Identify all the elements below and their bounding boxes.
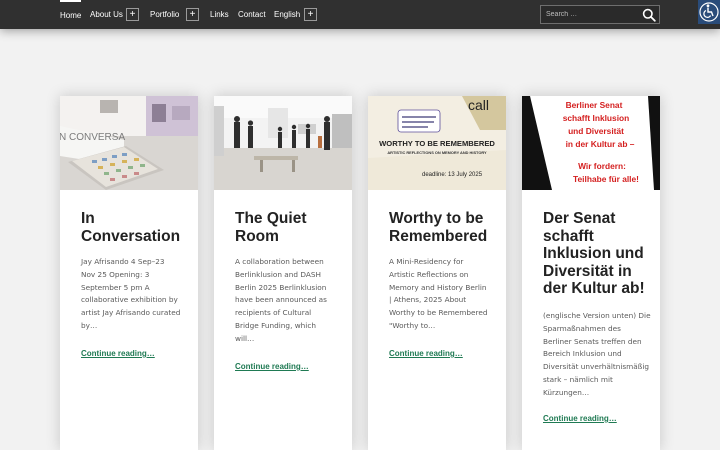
post-image-worthy-to-be-remembered[interactable]: call WORTHY TO BE REMEMBERED ARTISTIC RE… [368, 96, 506, 190]
post-image-der-senat[interactable]: Berliner Senat schafft Inklusion und Div… [522, 96, 660, 190]
post-title[interactable]: The Quiet Room [235, 210, 345, 245]
nav-item-portfolio[interactable]: Portfolio [150, 0, 179, 29]
image-line-6: Teilhabe für alle! [573, 174, 639, 184]
nav-item-about-us[interactable]: About Us [90, 0, 123, 29]
accessibility-icon[interactable] [698, 0, 720, 24]
post-image-in-conversation[interactable]: N CONVERSA [60, 96, 198, 190]
image-call-text: call [468, 97, 489, 113]
post-title[interactable]: In Conversation [81, 210, 191, 245]
continue-reading-link[interactable]: Continue reading… [235, 362, 309, 371]
image-caption-text: N CONVERSA [60, 132, 125, 143]
post-card-the-quiet-room: The Quiet Room A collaboration between B… [214, 96, 352, 450]
post-excerpt: (englische Version unten) Die Sparmaßnah… [543, 311, 651, 397]
image-line-1: Berliner Senat [566, 100, 623, 110]
nav-item-home[interactable]: Home [60, 0, 82, 29]
image-line-4: in der Kultur ab – [566, 139, 635, 149]
top-navigation-bar: Home About Us + Portfolio + Links Contac… [0, 0, 720, 29]
continue-reading-link[interactable]: Continue reading… [389, 349, 463, 358]
image-heading-text: WORTHY TO BE REMEMBERED [379, 139, 495, 148]
search-input[interactable] [541, 6, 639, 23]
post-excerpt: Jay Afrisando 4 Sep–23 Nov 25 Opening: 3… [81, 257, 181, 330]
image-line-5: Wir fordern: [578, 161, 626, 171]
post-card-worthy-to-be-remembered: call WORTHY TO BE REMEMBERED ARTISTIC RE… [368, 96, 506, 450]
continue-reading-link[interactable]: Continue reading… [81, 349, 155, 358]
image-deadline-text: deadline: 13 July 2025 [422, 172, 483, 178]
image-line-3: und Diversität [568, 126, 624, 136]
search-icon[interactable] [642, 8, 656, 22]
post-excerpt: A collaboration between Berlinklusion an… [235, 257, 327, 343]
nav-item-contact[interactable]: Contact [238, 0, 266, 29]
post-excerpt: A Mini-Residency for Artistic Reflection… [389, 257, 488, 330]
search-form [540, 5, 660, 24]
post-card-der-senat: Berliner Senat schafft Inklusion und Div… [522, 96, 660, 450]
about-us-expand-button[interactable]: + [126, 8, 139, 21]
post-title[interactable]: Der Senat schafft Inklusion und Diversit… [543, 210, 653, 298]
image-line-2: schafft Inklusion [563, 113, 630, 123]
english-expand-button[interactable]: + [304, 8, 317, 21]
post-image-the-quiet-room[interactable] [214, 96, 352, 190]
post-card-in-conversation: N CONVERSA In Conversation Jay Afrisando… [60, 96, 198, 450]
nav-item-links[interactable]: Links [210, 0, 229, 29]
continue-reading-link[interactable]: Continue reading… [543, 414, 617, 423]
post-title[interactable]: Worthy to be Remembered [389, 210, 499, 245]
portfolio-expand-button[interactable]: + [186, 8, 199, 21]
nav-item-english[interactable]: English [274, 0, 300, 29]
image-subheading-text: ARTISTIC REFLECTIONS ON MEMORY AND HISTO… [387, 150, 487, 155]
